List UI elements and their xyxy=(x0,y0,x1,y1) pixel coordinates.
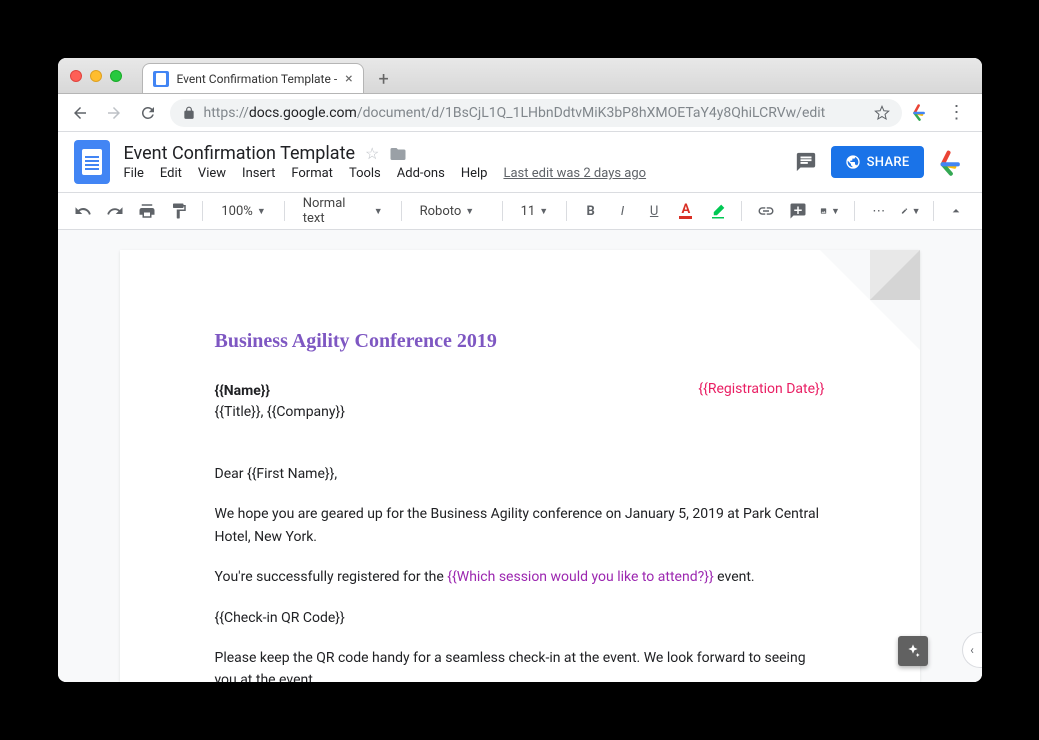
omnibox[interactable]: https://docs.google.com/document/d/1BsCj… xyxy=(170,99,902,127)
url-text: https://docs.google.com/document/d/1BsCj… xyxy=(204,105,826,121)
title-company-placeholder[interactable]: {{Title}}, {{Company}} xyxy=(215,402,346,423)
greeting-line[interactable]: Dear {{First Name}}, xyxy=(215,463,825,485)
menu-view[interactable]: View xyxy=(198,166,226,181)
browser-tab[interactable]: Event Confirmation Template - × xyxy=(142,63,364,93)
redo-button[interactable] xyxy=(101,197,129,225)
traffic-lights xyxy=(70,70,122,82)
lock-icon xyxy=(182,106,196,120)
text-color-button[interactable]: A xyxy=(672,197,700,225)
undo-button[interactable] xyxy=(70,197,98,225)
docs-header: Event Confirmation Template ☆ File Edit … xyxy=(58,132,982,192)
style-dropdown[interactable]: Normal text▼ xyxy=(295,197,391,225)
apps-script-logo-icon[interactable] xyxy=(938,148,966,176)
menu-help[interactable]: Help xyxy=(461,166,488,181)
doc-heading[interactable]: Business Agility Conference 2019 xyxy=(215,330,825,353)
menu-tools[interactable]: Tools xyxy=(349,166,381,181)
body-paragraph-2[interactable]: You're successfully registered for the {… xyxy=(215,566,825,588)
star-doc-icon[interactable]: ☆ xyxy=(365,144,379,163)
editing-mode-button[interactable]: ▼ xyxy=(897,197,925,225)
comments-icon[interactable] xyxy=(795,151,817,173)
insert-link-button[interactable] xyxy=(752,197,780,225)
more-tools-button[interactable]: ⋯ xyxy=(865,197,893,225)
highlight-button[interactable] xyxy=(704,197,732,225)
tabstrip: Event Confirmation Template - × + xyxy=(142,58,398,93)
close-window-button[interactable] xyxy=(70,70,82,82)
browser-window: Event Confirmation Template - × + https:… xyxy=(58,58,982,682)
italic-button[interactable]: I xyxy=(609,197,637,225)
move-folder-icon[interactable] xyxy=(389,145,407,163)
explore-button[interactable] xyxy=(898,636,928,666)
side-panel-toggle[interactable]: ‹ xyxy=(962,632,982,668)
titlebar: Event Confirmation Template - × + xyxy=(58,58,982,94)
back-button[interactable] xyxy=(68,101,92,125)
toolbar: 100%▼ Normal text▼ Roboto▼ 11▼ B I U A ▼… xyxy=(58,192,982,230)
forward-button[interactable] xyxy=(102,101,126,125)
body-paragraph-4[interactable]: Please keep the QR code handy for a seam… xyxy=(215,647,825,682)
menu-edit[interactable]: Edit xyxy=(160,166,182,181)
share-button[interactable]: SHARE xyxy=(831,146,924,178)
recipient-block[interactable]: {{Name}} {{Title}}, {{Company}} xyxy=(215,381,346,423)
doc-body[interactable]: Dear {{First Name}}, We hope you are gea… xyxy=(215,463,825,682)
bold-button[interactable]: B xyxy=(577,197,605,225)
registration-date-placeholder[interactable]: {{Registration Date}} xyxy=(698,381,824,397)
browser-menu-button[interactable]: ⋮ xyxy=(942,102,972,123)
font-dropdown[interactable]: Roboto▼ xyxy=(412,197,492,225)
docs-favicon xyxy=(153,71,169,87)
document-page[interactable]: Business Agility Conference 2019 {{Name}… xyxy=(120,250,920,682)
maximize-window-button[interactable] xyxy=(110,70,122,82)
minimize-window-button[interactable] xyxy=(90,70,102,82)
menu-file[interactable]: File xyxy=(124,166,144,181)
reload-button[interactable] xyxy=(136,101,160,125)
share-label: SHARE xyxy=(867,155,910,170)
address-bar: https://docs.google.com/document/d/1BsCj… xyxy=(58,94,982,132)
last-edit-link[interactable]: Last edit was 2 days ago xyxy=(503,166,646,181)
menu-format[interactable]: Format xyxy=(291,166,333,181)
insert-image-button[interactable]: ▼ xyxy=(816,197,844,225)
collapse-toolbar-button[interactable] xyxy=(942,197,970,225)
tab-title: Event Confirmation Template - xyxy=(177,72,338,86)
underline-button[interactable]: U xyxy=(640,197,668,225)
menu-bar: File Edit View Insert Format Tools Add-o… xyxy=(124,166,647,181)
menu-insert[interactable]: Insert xyxy=(242,166,275,181)
page-dogear-fold-icon xyxy=(870,250,920,300)
document-canvas[interactable]: Business Agility Conference 2019 {{Name}… xyxy=(58,230,982,682)
body-paragraph-1[interactable]: We hope you are geared up for the Busine… xyxy=(215,503,825,548)
doc-header-row: {{Name}} {{Title}}, {{Company}} {{Regist… xyxy=(215,381,825,423)
new-tab-button[interactable]: + xyxy=(370,65,398,93)
qr-code-placeholder[interactable]: {{Check-in QR Code}} xyxy=(215,607,825,629)
docs-logo-icon[interactable] xyxy=(74,140,110,184)
close-tab-icon[interactable]: × xyxy=(345,71,352,87)
menu-addons[interactable]: Add-ons xyxy=(397,166,445,181)
doc-title[interactable]: Event Confirmation Template xyxy=(124,143,356,164)
doc-title-block: Event Confirmation Template ☆ File Edit … xyxy=(124,143,647,181)
insert-comment-button[interactable] xyxy=(784,197,812,225)
bookmark-star-icon[interactable] xyxy=(874,105,890,121)
print-button[interactable] xyxy=(133,197,161,225)
name-placeholder[interactable]: {{Name}} xyxy=(215,381,346,402)
session-placeholder[interactable]: {{Which session would you like to attend… xyxy=(447,569,713,585)
paint-format-button[interactable] xyxy=(165,197,193,225)
zoom-dropdown[interactable]: 100%▼ xyxy=(213,197,273,225)
font-size-dropdown[interactable]: 11▼ xyxy=(513,197,556,225)
apps-script-extension-icon[interactable] xyxy=(912,103,932,123)
